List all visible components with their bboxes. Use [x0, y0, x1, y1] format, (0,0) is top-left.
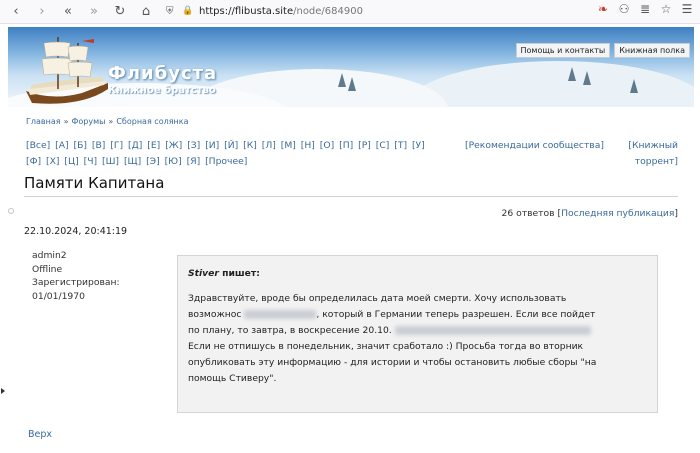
quote-text: по плану, то завтра, в воскресение 20.10…	[188, 325, 392, 336]
history-back-icon[interactable]: «	[58, 2, 78, 22]
breadcrumb-forums[interactable]: Форумы	[71, 117, 105, 126]
quote-line: опубликовать эту информацию - для истори…	[188, 357, 597, 368]
alpha-link[interactable]: [Все]	[26, 140, 50, 151]
alpha-link[interactable]: [Б]	[74, 140, 87, 151]
book-shelf-link[interactable]: Книжная полка	[614, 43, 690, 58]
alpha-link[interactable]: [Ч]	[84, 156, 97, 167]
alpha-link[interactable]: [К]	[243, 140, 257, 151]
home-icon[interactable]: ⌂	[136, 2, 156, 22]
back-icon[interactable]: ‹	[6, 2, 26, 22]
address-bar[interactable]: ⛨ 🔒 https://flibusta.site/node/684900	[166, 2, 363, 22]
alpha-link[interactable]: [С]	[376, 140, 390, 151]
redacted-text	[394, 326, 591, 335]
alpha-link[interactable]: [А]	[55, 140, 68, 151]
reader-view-icon[interactable]: ≣	[638, 2, 652, 16]
quote-text: возможнос	[188, 309, 242, 320]
url-path: /node/684900	[293, 6, 363, 17]
alpha-link[interactable]: [Прочее]	[205, 156, 247, 167]
author-name[interactable]: admin2	[32, 250, 120, 263]
quote-text: , который в Германии теперь разрешен. Ес…	[316, 309, 596, 320]
alpha-link[interactable]: [Я]	[187, 156, 201, 167]
alpha-link[interactable]: [М]	[281, 140, 296, 151]
alpha-link[interactable]: [И]	[205, 140, 219, 151]
quote-line-3: по плану, то завтра, в воскресение 20.10…	[188, 323, 647, 339]
page-title: Памяти Капитана	[24, 174, 165, 192]
alpha-link[interactable]: [Р]	[358, 140, 371, 151]
quote-line-2: возможнос , который в Германии теперь ра…	[188, 307, 647, 323]
alpha-link[interactable]: [Л]	[262, 140, 276, 151]
site-brand[interactable]: Флибуста	[108, 63, 217, 84]
alpha-link[interactable]: [П]	[339, 140, 353, 151]
shield-icon: ⛨	[166, 5, 174, 17]
alpha-link[interactable]: [Ю]	[165, 156, 182, 167]
alpha-link[interactable]: [У]	[412, 140, 425, 151]
topic-bullet-icon	[8, 208, 14, 214]
alpha-link[interactable]: [Т]	[394, 140, 407, 151]
alpha-link[interactable]: [Ж]	[165, 140, 182, 151]
book-torrent-link[interactable]: [Книжный торрент]	[622, 138, 678, 170]
quote-header: Stiver пишет:	[188, 266, 647, 282]
alpha-link[interactable]: [Г]	[110, 140, 123, 151]
site-banner: Флибуста Книжное братство Помощь и конта…	[8, 27, 694, 107]
breadcrumb-separator: »	[108, 117, 114, 126]
extension-icon[interactable]: ❧	[596, 2, 610, 16]
quote-line: Здравствуйте, вроде бы определилась дата…	[188, 293, 567, 304]
alpha-link[interactable]: [О]	[320, 140, 334, 151]
alpha-link[interactable]: [З]	[187, 140, 200, 151]
alpha-link[interactable]: [Ф]	[26, 156, 41, 167]
site-tagline: Книжное братство	[108, 85, 216, 96]
post-date: 22.10.2024, 20:41:19	[24, 226, 128, 237]
redacted-text	[244, 310, 317, 319]
answers-summary: 26 ответов [Последняя публикация]	[501, 208, 678, 219]
forward-icon[interactable]: ›	[32, 2, 52, 22]
alpha-link[interactable]: [Э]	[146, 156, 160, 167]
back-to-top-link[interactable]: Верх	[28, 429, 52, 440]
quote-author: Stiver	[188, 268, 219, 279]
reload-icon[interactable]: ↻	[110, 2, 130, 22]
bookmark-star-icon[interactable]: ☆	[659, 2, 673, 16]
answers-count: 26 ответов	[501, 208, 555, 219]
banner-tree	[583, 71, 591, 85]
quote-line: помощь Стиверу".	[188, 373, 277, 384]
banner-tree	[348, 77, 356, 91]
breadcrumb-separator: »	[63, 117, 69, 126]
author-status: Offline	[32, 263, 63, 275]
author-registered-date: 01/01/1970	[32, 290, 85, 302]
quote-line: Если не отпишусь в понедельник, значит с…	[188, 341, 584, 352]
alpha-link[interactable]: [Ш]	[102, 156, 119, 167]
help-contacts-link[interactable]: Помощь и контакты	[515, 43, 611, 58]
ship-logo-icon[interactable]	[22, 33, 114, 107]
banner-tree	[338, 73, 346, 87]
alpha-link[interactable]: [В]	[92, 140, 105, 151]
url-host: https://flibusta.site	[199, 6, 294, 17]
quote-block: Stiver пишет: Здравствуйте, вроде бы опр…	[177, 255, 658, 413]
breadcrumb: Главная» Форумы» Сборная солянка	[26, 117, 189, 126]
breadcrumb-home[interactable]: Главная	[26, 117, 61, 126]
history-forward-icon[interactable]: »	[84, 2, 104, 22]
translate-icon[interactable]: ⚇	[617, 2, 631, 16]
recommendations-link[interactable]: [Рекомендации сообщества]	[465, 138, 604, 154]
author-registered-label: Зарегистрирован:	[32, 277, 120, 288]
alpha-link[interactable]: [Д]	[128, 140, 142, 151]
banner-links: Помощь и контакты Книжная полка	[515, 43, 690, 58]
menu-icon[interactable]: ☰	[680, 2, 694, 16]
alpha-link[interactable]: [Ц]	[64, 156, 78, 167]
alpha-link[interactable]: [Н]	[301, 140, 315, 151]
divider	[24, 196, 678, 197]
alphabet-nav: [Все] [А] [Б] [В] [Г] [Д] [Е] [Ж] [З] [И…	[26, 138, 456, 170]
lock-icon: 🔒	[182, 5, 194, 16]
side-arrow-icon	[1, 388, 5, 394]
post-author-info: admin2 Offline Зарегистрирован: 01/01/19…	[32, 250, 120, 304]
banner-tree	[630, 79, 638, 93]
banner-tree	[568, 67, 576, 81]
browser-toolbar: ‹ › « » ↻ ⌂ ⛨ 🔒 https://flibusta.site/no…	[0, 0, 700, 24]
breadcrumb-section[interactable]: Сборная солянка	[116, 117, 188, 126]
banner-hill	[408, 61, 694, 107]
alpha-link[interactable]: [Е]	[147, 140, 160, 151]
alpha-link[interactable]: [Щ]	[124, 156, 141, 167]
quote-says: пишет:	[222, 268, 260, 279]
last-post-link[interactable]: Последняя публикация	[561, 208, 674, 219]
alpha-link[interactable]: [Й]	[224, 140, 238, 151]
alpha-link[interactable]: [Х]	[46, 156, 59, 167]
